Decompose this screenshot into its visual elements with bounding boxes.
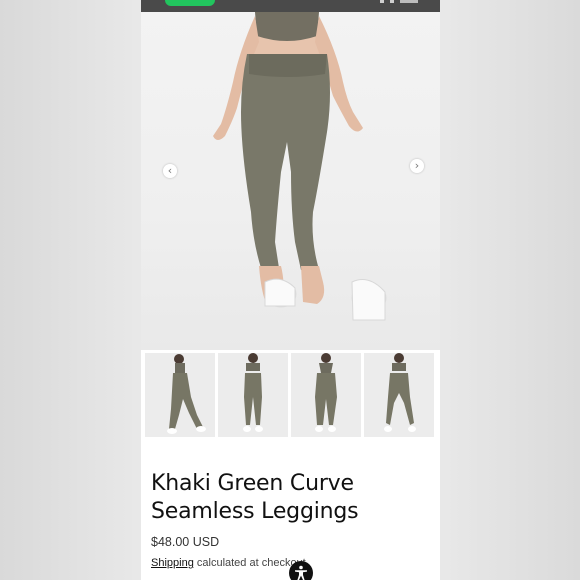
accessibility-icon — [295, 565, 307, 580]
product-price: $48.00 USD — [151, 535, 220, 549]
model-photo — [213, 12, 387, 321]
thumbnail-3[interactable] — [291, 353, 361, 437]
signal-icon — [380, 0, 384, 3]
product-page: ‹ › Khaki Green Curve Seamless Leggings … — [141, 0, 440, 580]
status-pill — [165, 0, 215, 6]
product-title: Khaki Green Curve Seamless Leggings — [151, 470, 421, 526]
accessibility-button[interactable] — [289, 561, 313, 580]
thumbnail-image — [243, 353, 263, 432]
thumbnail-4[interactable] — [364, 353, 434, 437]
previous-image-button[interactable]: ‹ — [163, 164, 177, 178]
thumbnail-strip — [145, 353, 437, 437]
thumbnail-image — [315, 353, 337, 432]
status-icons — [380, 0, 418, 10]
product-main-image[interactable]: ‹ › — [141, 12, 440, 350]
wifi-icon — [390, 0, 394, 3]
shipping-note: Shipping calculated at checkout. — [151, 557, 309, 569]
thumbnail-1[interactable] — [145, 353, 215, 437]
thumbnail-image — [384, 353, 416, 432]
thumbnail-2[interactable] — [218, 353, 288, 437]
next-image-button[interactable]: › — [410, 159, 424, 173]
product-title-line-1: Khaki Green Curve — [151, 471, 354, 496]
product-title-line-2: Seamless Leggings — [151, 499, 359, 524]
thumbnail-image — [167, 354, 206, 434]
battery-icon — [400, 0, 418, 3]
shipping-link[interactable]: Shipping — [151, 557, 194, 569]
status-bar — [141, 0, 440, 12]
